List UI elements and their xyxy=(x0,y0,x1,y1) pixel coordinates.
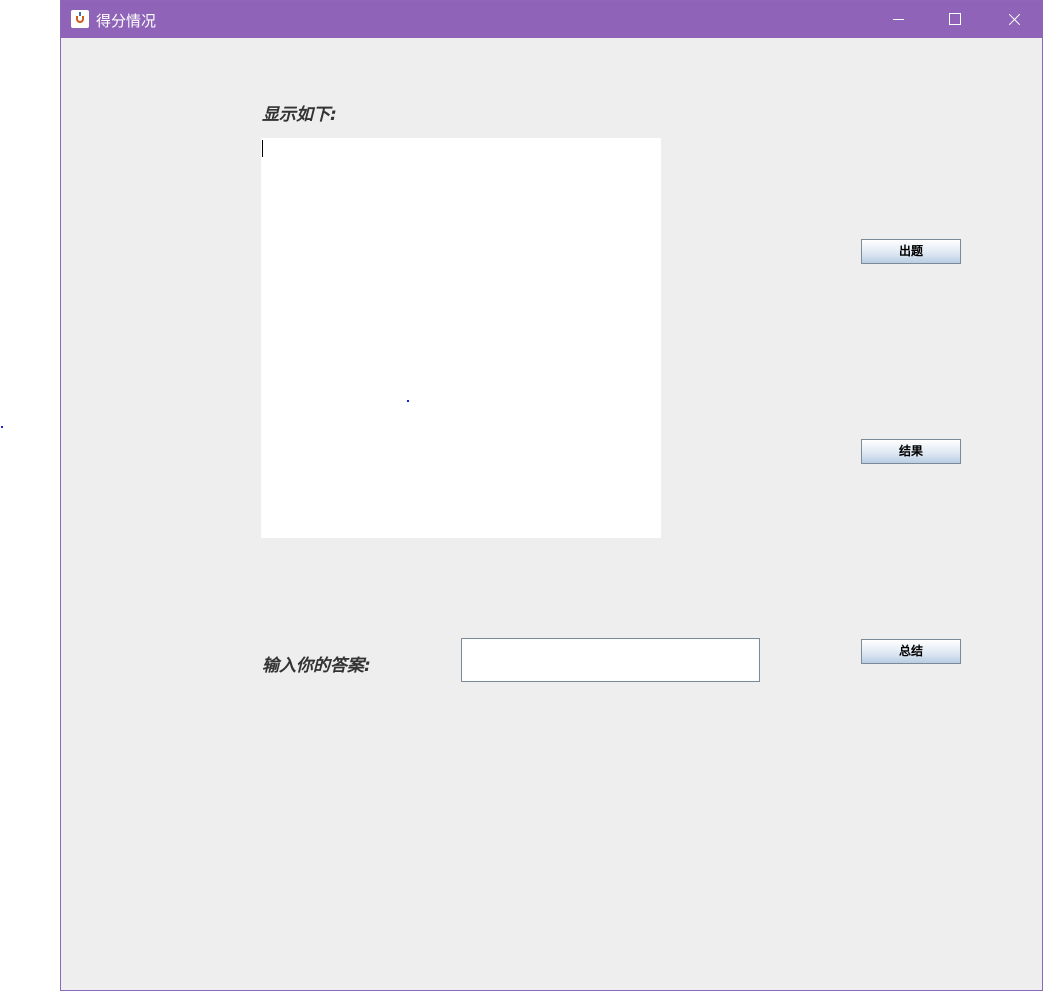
display-speck xyxy=(407,400,409,402)
close-icon[interactable] xyxy=(983,1,1039,38)
maximize-icon[interactable] xyxy=(926,1,982,38)
minimize-icon[interactable] xyxy=(869,1,925,38)
app-window: 得分情况 显示如下: 输入你的答案: 出题 结果 总结 xyxy=(60,0,1043,991)
title-bar[interactable]: 得分情况 xyxy=(61,1,1042,38)
background-speck xyxy=(1,426,3,428)
window-title: 得分情况 xyxy=(96,12,157,30)
answer-label: 输入你的答案: xyxy=(262,656,371,676)
text-caret xyxy=(262,140,263,157)
generate-question-button[interactable]: 出题 xyxy=(861,239,961,264)
display-text-area[interactable] xyxy=(261,138,661,538)
summary-button[interactable]: 总结 xyxy=(861,639,961,664)
java-app-icon xyxy=(71,10,89,28)
answer-input[interactable] xyxy=(461,638,760,682)
display-label: 显示如下: xyxy=(262,105,337,125)
result-button[interactable]: 结果 xyxy=(861,439,961,464)
